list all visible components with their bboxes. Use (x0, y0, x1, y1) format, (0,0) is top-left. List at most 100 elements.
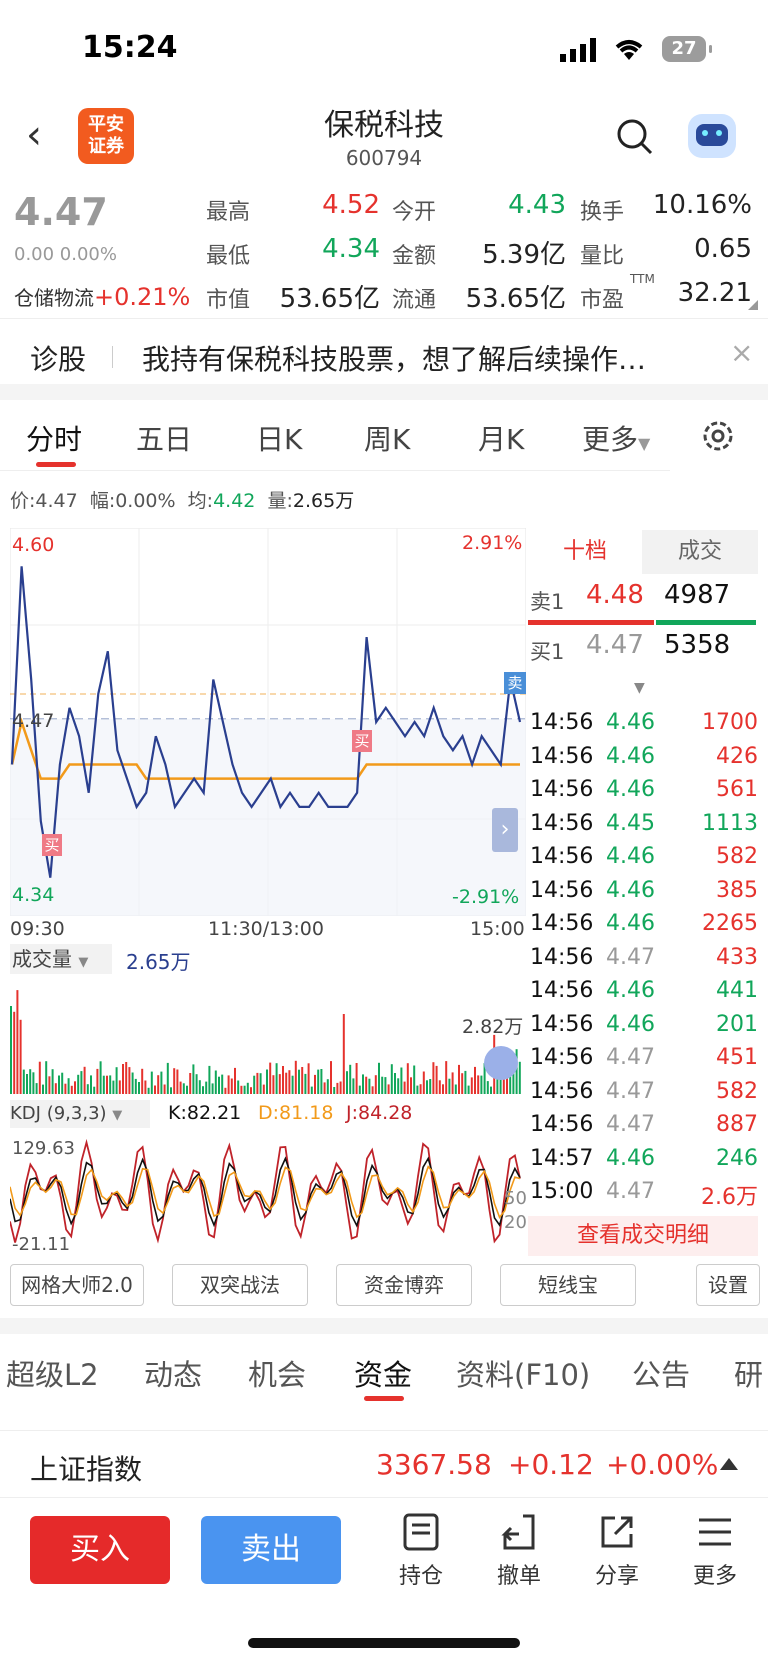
tab-trades[interactable]: 成交 (642, 530, 758, 574)
divider (112, 346, 113, 368)
volume-bar (106, 1075, 108, 1094)
volume-bar (416, 1085, 419, 1094)
tab-more[interactable]: 更多▼ (582, 418, 650, 458)
volume-bar (26, 1074, 28, 1094)
trade-row: 14:56 4.45 1113 (530, 811, 758, 841)
tab-research[interactable]: 研 (734, 1352, 763, 1394)
volume-bar (253, 1075, 256, 1094)
diagnose-prompt[interactable]: 我持有保税科技股票，想了解后续操作… (142, 338, 646, 378)
chevron-right-icon[interactable]: › (492, 808, 518, 852)
volume-bar (42, 1084, 44, 1094)
tab-f10[interactable]: 资料(F10) (456, 1352, 590, 1394)
volume-bar (93, 1086, 96, 1094)
sector-info[interactable]: 仓储物流+0.21% (14, 282, 190, 311)
volume-bar (211, 1083, 214, 1094)
close-icon[interactable]: × (730, 336, 753, 369)
expand-corner-icon[interactable] (748, 300, 758, 310)
volume-bar (38, 1061, 41, 1094)
trade-time: 14:56 (530, 743, 594, 769)
cancel-order-button[interactable]: 撤单 (484, 1512, 554, 1590)
tab-announcements[interactable]: 公告 (632, 1352, 690, 1394)
volume-bar (403, 1081, 406, 1094)
trade-time: 14:56 (530, 810, 594, 836)
amount-value: 5.39亿 (482, 240, 566, 270)
volume-bar (246, 1082, 249, 1094)
trade-row: 14:56 4.47 582 (530, 1079, 758, 1109)
volume-indicator-select[interactable]: 成交量 ▼ (10, 944, 112, 974)
volume-bar (272, 1075, 275, 1094)
fullscreen-icon[interactable] (484, 1046, 518, 1080)
position-button[interactable]: 持仓 (386, 1512, 456, 1590)
volume-bar (442, 1084, 444, 1094)
expand-up-icon[interactable] (720, 1458, 738, 1470)
trade-row: 14:56 4.46 2265 (530, 911, 758, 941)
index-name: 上证指数 (30, 1453, 143, 1486)
kdj-line (10, 1138, 521, 1244)
tab-monthly-k[interactable]: 月K (478, 418, 524, 458)
volume-bar (160, 1071, 163, 1094)
trade-time: 14:56 (530, 1011, 594, 1037)
volume-bar (397, 1078, 400, 1094)
volume-bar (16, 990, 19, 1094)
tool-settings[interactable]: 设置 (696, 1264, 760, 1306)
kdj-bottom: -21.11 (12, 1234, 71, 1255)
trade-row: 14:56 4.47 887 (530, 1112, 758, 1142)
share-button[interactable]: 分享 (582, 1512, 652, 1590)
volume-bar (77, 1074, 80, 1094)
trade-time: 14:56 (530, 710, 594, 735)
trade-time: 14:56 (530, 978, 594, 1003)
view-trade-details-button[interactable]: 查看成交明细 (528, 1216, 758, 1256)
tool-fund-game[interactable]: 资金博弈 (336, 1264, 472, 1306)
volume-bar (480, 1075, 483, 1094)
volume-bar (115, 1067, 118, 1094)
tool-short-term[interactable]: 短线宝 (500, 1264, 636, 1306)
intraday-chart[interactable] (10, 528, 526, 916)
tab-five-day[interactable]: 五日 (136, 418, 192, 458)
volume-bar (13, 1011, 16, 1094)
buy-button[interactable]: 买入 (30, 1516, 170, 1584)
trade-time: 14:57 (530, 1145, 594, 1171)
sell-button[interactable]: 卖出 (201, 1516, 341, 1584)
trade-row: 14:56 4.46 441 (530, 978, 758, 1008)
kdj-indicator-select[interactable]: KDJ (9,3,3) ▼ (10, 1100, 150, 1128)
volume-bar (189, 1073, 192, 1094)
tab-news[interactable]: 动态 (144, 1352, 202, 1394)
trade-time: 15:00 (530, 1179, 594, 1204)
tab-ten-level[interactable]: 十档 (528, 530, 642, 574)
more-button[interactable]: 更多 (680, 1512, 750, 1590)
volume-bar (317, 1069, 320, 1094)
position-icon (403, 1513, 439, 1551)
tab-opportunity[interactable]: 机会 (248, 1352, 306, 1394)
tool-double-breakout[interactable]: 双突战法 (172, 1264, 308, 1306)
volume-bar (448, 1078, 451, 1094)
pct-axis-top: 2.91% (462, 532, 523, 554)
y-axis-bottom: 4.34 (12, 884, 55, 906)
ask1-volume: 4987 (664, 580, 731, 610)
pe-label: 市盈 (580, 288, 625, 313)
index-change: +0.12 (508, 1448, 594, 1481)
more-menu-icon (699, 1518, 731, 1546)
tab-intraday[interactable]: 分时 (26, 418, 82, 458)
tool-grid-master[interactable]: 网格大师2.0 (10, 1264, 144, 1306)
signal-icon (560, 38, 596, 62)
tab-super-l2[interactable]: 超级L2 (6, 1352, 99, 1394)
volume-bar (291, 1075, 294, 1094)
volume-bar (419, 1084, 422, 1094)
index-pct: +0.00% (606, 1448, 719, 1481)
tab-weekly-k[interactable]: 周K (364, 418, 410, 458)
kdj-chart (10, 1138, 521, 1244)
x-axis: 09:30 11:30/13:00 15:00 (10, 916, 526, 944)
robot-assistant-icon[interactable] (688, 114, 736, 158)
high-value: 4.52 (322, 190, 380, 220)
expand-down-icon[interactable]: ▼ (634, 680, 645, 696)
volume-bar (333, 1087, 336, 1094)
trade-time: 14:56 (530, 777, 594, 802)
tab-capital[interactable]: 资金 (354, 1352, 412, 1394)
sell-marker: 卖 (504, 672, 526, 694)
share-icon (601, 1516, 633, 1548)
search-icon[interactable] (616, 118, 654, 156)
trade-volume: 582 (716, 1078, 758, 1104)
tab-daily-k[interactable]: 日K (256, 418, 302, 458)
settings-gear-icon[interactable] (700, 418, 736, 454)
trade-price: 4.46 (606, 743, 655, 769)
